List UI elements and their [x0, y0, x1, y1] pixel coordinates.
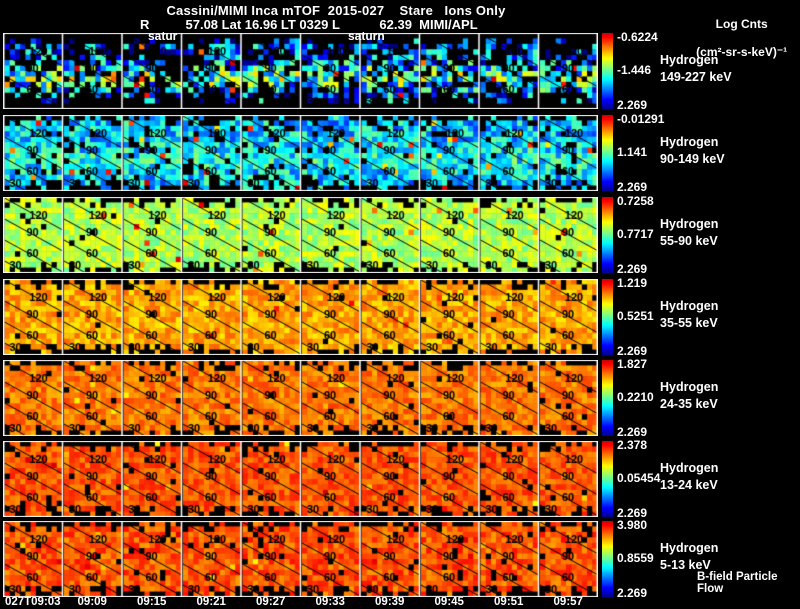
bfield-particle-flow-label: B-field Particle Flow — [697, 571, 778, 595]
heatmap-strip — [3, 279, 598, 355]
colorbar — [602, 521, 613, 597]
heatmap-strip — [3, 360, 598, 436]
channel-label: Hydrogen 24-35 keV — [660, 379, 719, 411]
channel-label: Hydrogen 5-13 keV — [660, 540, 719, 572]
colorbar-max-label: -0.6224 — [617, 30, 658, 44]
time-tick-label: 09:51 — [494, 596, 524, 608]
colorbar-max-label: 2.378 — [617, 438, 648, 452]
spectrogram-panel-5: 1.827 0.2210 2.269 Hydrogen 24-35 keV — [0, 357, 800, 439]
spectrogram-panels: -0.6224 -1.446 2.269 Hydrogen 149-227 keV -0… — [0, 0, 800, 609]
cassini-mimi-plot-window: Cassini/MIMI Inca mTOF 2015-027 Stare Io… — [0, 0, 800, 609]
colorbar-mid-label: 0.8559 — [617, 551, 654, 565]
colorbar-max-label: -0.01291 — [617, 112, 665, 126]
colorbar-mid-label: 0.5251 — [617, 309, 654, 323]
colorbar-min-label: 2.269 — [617, 344, 648, 358]
channel-label: Hydrogen 13-24 keV — [660, 460, 719, 492]
time-tick-label: 09:39 — [375, 596, 405, 608]
channel-label: Hydrogen 55-90 keV — [660, 216, 719, 248]
colorbar — [602, 441, 613, 517]
channel-label: Hydrogen 149-227 keV — [660, 52, 732, 84]
colorbar-min-label: 2.269 — [617, 98, 648, 112]
time-tick-label: 09:27 — [256, 596, 286, 608]
colorbar-min-label: 2.269 — [617, 262, 648, 276]
saturn-position-label: saturn — [348, 29, 385, 43]
spectrogram-panel-6: 2.378 0.05454 2.269 Hydrogen 13-24 keV — [0, 438, 800, 520]
colorbar-min-label: 2.269 — [617, 180, 648, 194]
colorbar-max-label: 3.980 — [617, 518, 648, 532]
spectrogram-panel-7: 3.980 0.8559 2.269 Hydrogen 5-13 keV — [0, 518, 800, 600]
colorbar — [602, 360, 613, 436]
spectrogram-panel-4: 1.219 0.5251 2.269 Hydrogen 35-55 keV — [0, 276, 800, 358]
colorbar — [602, 197, 613, 273]
time-tick-label: 027T09:03 — [4, 596, 61, 608]
saturn-position-label: satur — [148, 29, 178, 43]
time-tick-label: 09:45 — [434, 596, 464, 608]
spectrogram-panel-1: -0.6224 -1.446 2.269 Hydrogen 149-227 keV — [0, 30, 800, 112]
colorbar-mid-label: 0.05454 — [617, 471, 661, 485]
colorbar — [602, 33, 613, 109]
heatmap-strip — [3, 197, 598, 273]
spectrogram-panel-2: -0.01291 1.141 2.269 Hydrogen 90-149 keV — [0, 112, 800, 194]
channel-label: Hydrogen 35-55 keV — [660, 298, 719, 330]
colorbar-mid-label: 0.2210 — [617, 390, 654, 404]
spectrogram-panel-3: 0.7258 0.7717 2.269 Hydrogen 55-90 keV — [0, 194, 800, 276]
time-axis: 027T09:03 09:09 09:15 09:21 09:27 09:33 09:39 0… — [0, 595, 800, 609]
time-tick-label: 09:33 — [315, 596, 345, 608]
colorbar-max-label: 0.7258 — [617, 194, 654, 208]
time-tick-label: 09:21 — [196, 596, 226, 608]
colorbar-min-label: 2.269 — [617, 425, 648, 439]
colorbar — [602, 115, 613, 191]
colorbar — [602, 279, 613, 355]
colorbar-mid-label: 0.7717 — [617, 227, 654, 241]
colorbar-max-label: 1.219 — [617, 276, 648, 290]
heatmap-strip — [3, 441, 598, 517]
colorbar-mid-label: 1.141 — [617, 145, 648, 159]
time-tick-label: 09:57 — [553, 596, 583, 608]
channel-label: Hydrogen 90-149 keV — [660, 134, 725, 166]
heatmap-strip — [3, 521, 598, 597]
heatmap-strip — [3, 33, 598, 109]
colorbar-max-label: 1.827 — [617, 357, 648, 371]
heatmap-strip — [3, 115, 598, 191]
colorbar-mid-label: -1.446 — [617, 63, 652, 77]
time-tick-label: 09:09 — [77, 596, 107, 608]
time-tick-label: 09:15 — [137, 596, 167, 608]
